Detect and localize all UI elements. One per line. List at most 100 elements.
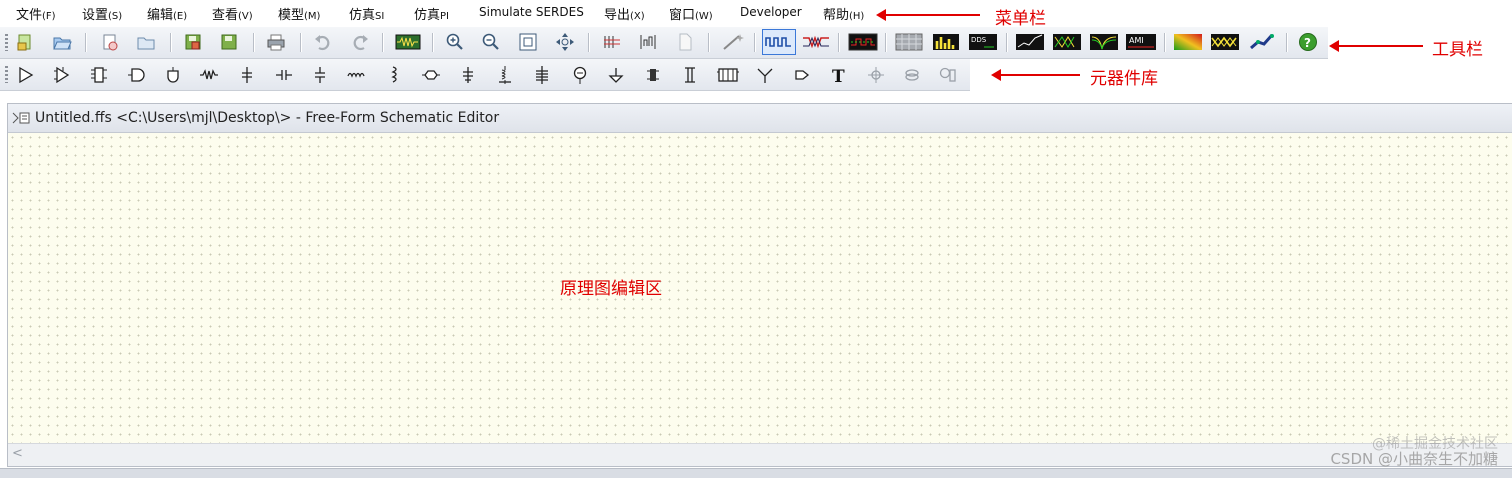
package-model-icon[interactable] (716, 65, 740, 85)
pan-icon[interactable] (555, 32, 575, 52)
redo-icon[interactable] (350, 32, 370, 52)
watermark-secondary: @稀土掘金技术社区 (1372, 433, 1498, 453)
menubar-annotation-arrow (876, 9, 980, 21)
menu-help[interactable]: 帮助(H) (823, 4, 864, 23)
open-folder-icon[interactable] (136, 32, 156, 52)
node-icon[interactable] (866, 65, 886, 85)
document-title-bar[interactable]: Untitled.ffs <C:\Users\mjl\Desktop\> - F… (8, 104, 1512, 133)
new-from-template-icon[interactable] (100, 32, 120, 52)
library-annotation-arrow (991, 69, 1080, 81)
schematic-canvas[interactable]: 原理图编辑区 (8, 133, 1512, 443)
component-library-toolbar: T (0, 59, 970, 91)
inductor-icon[interactable] (310, 65, 330, 85)
connector-icon[interactable] (421, 65, 441, 85)
ferrite-icon[interactable] (643, 65, 663, 85)
eye-monitor-icon[interactable] (848, 32, 878, 52)
rlc-icon[interactable] (237, 65, 257, 85)
main-toolbar: DDS AMI ? (0, 27, 1328, 59)
library-toolbar-grip[interactable] (5, 66, 8, 83)
ami-icon[interactable]: AMI (1125, 32, 1157, 52)
toolbar-separator (588, 33, 590, 52)
new-schematic-icon[interactable] (15, 32, 35, 52)
waveform-icon[interactable] (762, 29, 796, 55)
page-icon[interactable] (675, 32, 695, 52)
filter-icon[interactable] (1089, 32, 1119, 52)
toolbar-grip[interactable] (5, 34, 8, 51)
ground-rlc-icon[interactable] (458, 65, 478, 85)
menu-simulate-pi[interactable]: 仿真PI (414, 4, 449, 23)
text-icon[interactable]: T (829, 65, 849, 85)
menu-edit[interactable]: 编辑(E) (147, 4, 187, 23)
toolbar-separator (1006, 33, 1008, 52)
terminator-icon[interactable] (792, 65, 812, 85)
schematic-editor-window: Untitled.ffs <C:\Users\mjl\Desktop\> - F… (7, 103, 1512, 467)
buffer-icon[interactable] (16, 65, 36, 85)
dds-icon[interactable]: DDS (968, 32, 998, 52)
heatmap-icon[interactable] (1173, 32, 1203, 52)
horizontal-scrollbar[interactable]: < (8, 443, 1512, 466)
print-icon[interactable] (266, 32, 286, 52)
save-as-icon[interactable] (219, 32, 239, 52)
menu-file-label: 文件 (16, 8, 43, 23)
menu-edit-label: 编辑 (147, 8, 174, 23)
network-icon[interactable] (1248, 32, 1278, 52)
toolbar-separator (1286, 33, 1288, 52)
receiver-icon[interactable] (163, 65, 183, 85)
toolbar-separator (170, 33, 172, 52)
zoom-out-icon[interactable] (481, 32, 501, 52)
splitter-icon[interactable] (755, 65, 775, 85)
diff-buffer-icon[interactable] (126, 65, 146, 85)
undo-icon[interactable] (313, 32, 333, 52)
line-graph-icon[interactable] (1015, 32, 1045, 52)
link-icon[interactable] (902, 65, 922, 85)
via-icon[interactable] (680, 65, 700, 85)
menu-file-accel: (F) (42, 11, 56, 22)
ground-icon[interactable] (606, 65, 626, 85)
spectrum-icon[interactable] (1052, 32, 1082, 52)
capacitor-icon[interactable] (274, 65, 294, 85)
menu-file[interactable]: 文件(F) (16, 4, 56, 23)
stacked-line-icon[interactable] (532, 65, 552, 85)
menu-simulate-si[interactable]: 仿真SI (349, 4, 384, 23)
zoom-in-icon[interactable] (445, 32, 465, 52)
crosstalk-icon[interactable] (801, 32, 831, 52)
tlines-icon[interactable] (495, 65, 515, 85)
menu-bar: 文件(F) 设置(S) 编辑(E) 查看(V) 模型(M) 仿真SI 仿真PI … (0, 0, 1512, 26)
transmission-line-icon[interactable] (347, 65, 367, 85)
stat-eye-icon[interactable] (1210, 32, 1240, 52)
menu-model[interactable]: 模型(M) (278, 4, 320, 23)
scroll-left-icon[interactable]: < (12, 446, 23, 461)
menu-view[interactable]: 查看(V) (212, 4, 253, 23)
grid-icon[interactable] (895, 32, 923, 52)
menu-model-accel: (M) (304, 11, 321, 22)
open-icon[interactable] (52, 32, 72, 52)
scope-waveform-icon[interactable] (395, 32, 421, 52)
svg-text:?: ? (1304, 36, 1311, 50)
menu-developer[interactable]: Developer (740, 5, 802, 19)
menubar-annotation-label: 菜单栏 (995, 9, 1046, 29)
bus-icon[interactable] (602, 32, 622, 52)
probe-icon[interactable] (570, 65, 590, 85)
driver-icon[interactable] (52, 65, 72, 85)
menu-simulate-serdes[interactable]: Simulate SERDES (479, 5, 584, 19)
toolbar-separator (754, 33, 756, 52)
ibis-package-icon[interactable] (89, 65, 109, 85)
menu-window[interactable]: 窗口(W) (669, 4, 713, 23)
toolbar-separator (253, 33, 255, 52)
toolbar-separator (85, 33, 87, 52)
save-icon[interactable] (183, 32, 203, 52)
sweep-icon[interactable] (638, 32, 658, 52)
toolbar-separator (432, 33, 434, 52)
document-title: Untitled.ffs <C:\Users\mjl\Desktop\> - F… (35, 110, 500, 126)
menu-settings[interactable]: 设置(S) (82, 4, 122, 23)
wand-icon[interactable] (721, 32, 747, 52)
menu-settings-label: 设置 (82, 8, 109, 23)
bar-chart-icon[interactable] (932, 32, 960, 52)
menu-export[interactable]: 导出(X) (604, 4, 645, 23)
help-icon[interactable]: ? (1298, 32, 1318, 52)
resistor-icon[interactable] (199, 65, 219, 85)
zoom-fit-icon[interactable] (518, 32, 538, 52)
measurement-icon[interactable] (938, 65, 958, 85)
menu-simulate-pi-label: 仿真 (414, 8, 441, 23)
coupled-line-icon[interactable] (385, 65, 405, 85)
